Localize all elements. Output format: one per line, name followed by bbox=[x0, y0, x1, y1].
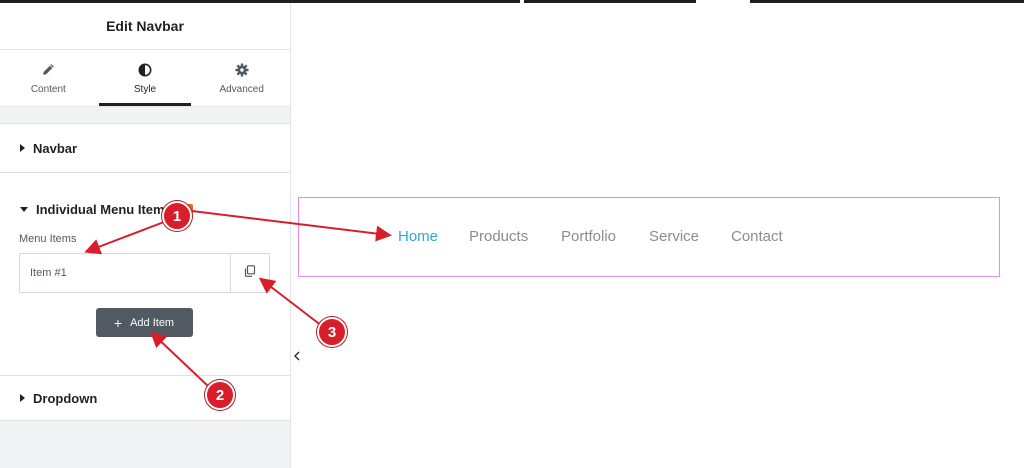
section-navbar-label: Navbar bbox=[33, 140, 78, 156]
navbar-preview: Home Products Portfolio Service Contact bbox=[298, 197, 1000, 277]
section-navbar-toggle[interactable]: Navbar bbox=[0, 124, 290, 172]
add-item-wrapper: + Add Item bbox=[0, 293, 290, 337]
top-edge-segment bbox=[524, 0, 696, 3]
nav-item-portfolio[interactable]: Portfolio bbox=[561, 228, 616, 245]
add-item-label: Add Item bbox=[130, 316, 175, 329]
gear-icon bbox=[234, 62, 250, 78]
nav-item-contact[interactable]: Contact bbox=[731, 228, 783, 245]
caret-right-icon bbox=[20, 394, 25, 402]
repeater-item-title[interactable]: Item #1 bbox=[20, 254, 230, 292]
section-dropdown: Dropdown bbox=[0, 376, 290, 421]
editor-panel: Edit Navbar Content Style Advanced Navba… bbox=[0, 3, 291, 468]
section-individual-menu-item: Individual Menu Item NEW Menu Items Item… bbox=[0, 173, 290, 376]
top-edge-segment bbox=[750, 0, 1024, 3]
pencil-icon bbox=[40, 62, 56, 78]
tab-advanced-label: Advanced bbox=[219, 83, 264, 95]
contrast-icon bbox=[137, 62, 153, 78]
panel-title: Edit Navbar bbox=[0, 3, 290, 50]
section-navbar: Navbar bbox=[0, 123, 290, 173]
nav-item-products[interactable]: Products bbox=[469, 228, 528, 245]
caret-right-icon bbox=[20, 144, 25, 152]
tab-style-label: Style bbox=[133, 83, 157, 95]
copy-icon bbox=[244, 264, 256, 282]
caret-down-icon bbox=[20, 207, 28, 212]
section-individual-menu-item-toggle[interactable]: Individual Menu Item NEW bbox=[0, 173, 290, 217]
add-item-button[interactable]: + Add Item bbox=[95, 308, 193, 337]
chevron-left-icon bbox=[293, 348, 301, 366]
tab-style[interactable]: Style bbox=[97, 50, 194, 106]
tab-advanced[interactable]: Advanced bbox=[193, 50, 290, 106]
nav-item-service[interactable]: Service bbox=[649, 228, 699, 245]
plus-icon: + bbox=[113, 314, 123, 331]
annotation-marker-1: 1 bbox=[162, 201, 192, 231]
tab-content[interactable]: Content bbox=[0, 50, 97, 106]
menu-items-label: Menu Items bbox=[19, 233, 77, 245]
annotation-marker-3: 3 bbox=[317, 317, 347, 347]
nav-item-home[interactable]: Home bbox=[398, 228, 438, 245]
section-dropdown-label: Dropdown bbox=[33, 390, 98, 406]
section-dropdown-toggle[interactable]: Dropdown bbox=[0, 376, 290, 420]
panel-tabs: Content Style Advanced bbox=[0, 50, 290, 107]
panel-spacer bbox=[0, 107, 290, 123]
repeater-item: Item #1 bbox=[19, 253, 270, 293]
section-individual-menu-item-label: Individual Menu Item bbox=[36, 202, 165, 217]
panel-collapse-handle[interactable] bbox=[291, 345, 303, 369]
duplicate-item-button[interactable] bbox=[230, 254, 269, 292]
annotation-marker-2: 2 bbox=[205, 380, 235, 410]
tab-content-label: Content bbox=[30, 83, 66, 95]
